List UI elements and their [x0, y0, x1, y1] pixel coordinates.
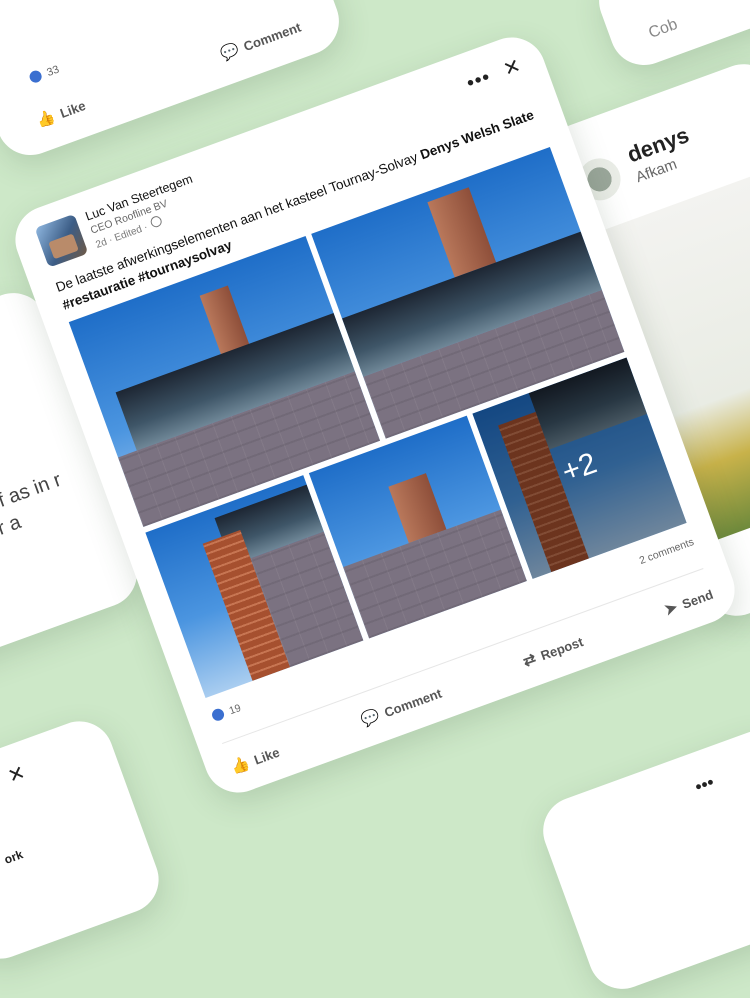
like-button[interactable]: 👍 Like: [34, 96, 88, 130]
more-options-icon[interactable]: •••: [692, 772, 717, 798]
more-options-icon[interactable]: •••: [0, 774, 1, 800]
comment-icon: 💬: [218, 41, 242, 64]
thumbs-up-icon: 👍: [34, 107, 58, 131]
repost-button[interactable]: ⇄ Repost: [520, 632, 585, 671]
like-reaction-icon: [210, 707, 226, 723]
comments-count[interactable]: 2 comments: [638, 536, 696, 567]
send-button[interactable]: ➤ Send: [662, 585, 715, 619]
like-button[interactable]: 👍 Like: [228, 743, 282, 777]
reactions-row: 33: [27, 63, 61, 86]
reaction-icon: [27, 68, 44, 85]
reactions-count[interactable]: 19: [228, 702, 243, 717]
comment-label: Comment: [241, 19, 303, 54]
send-label: Send: [679, 586, 715, 612]
bottom-left-text: ork: [2, 847, 25, 867]
like-label: Like: [251, 744, 282, 768]
tower-shape: [427, 187, 497, 278]
send-icon: ➤: [662, 598, 680, 620]
comment-label: Comment: [382, 685, 444, 720]
repost-label: Repost: [538, 633, 585, 663]
bottom-right-card: •••: [533, 721, 750, 998]
actions-row: 👍 Like 💬 Comment: [34, 18, 303, 131]
comment-button[interactable]: 💬 Comment: [358, 684, 444, 730]
close-icon[interactable]: ✕: [4, 760, 28, 789]
more-options-icon[interactable]: •••: [464, 66, 494, 96]
repost-icon: ⇄: [520, 650, 539, 671]
globe-icon: [149, 214, 164, 229]
left-post-text: y of as in r for a: [0, 468, 65, 546]
top-right-text: Cob: [646, 15, 680, 42]
avatar[interactable]: [34, 213, 89, 268]
close-icon[interactable]: ✕: [500, 53, 524, 82]
bottom-left-card: ••• ✕ ork: [0, 711, 169, 969]
comment-icon: 💬: [358, 707, 383, 730]
reactions-count: 33: [45, 63, 61, 80]
like-label: Like: [57, 97, 88, 121]
thumbs-up-icon: 👍: [228, 754, 252, 777]
top-right-card: Cob: [589, 0, 750, 75]
comment-button[interactable]: 💬 Comment: [218, 18, 304, 64]
